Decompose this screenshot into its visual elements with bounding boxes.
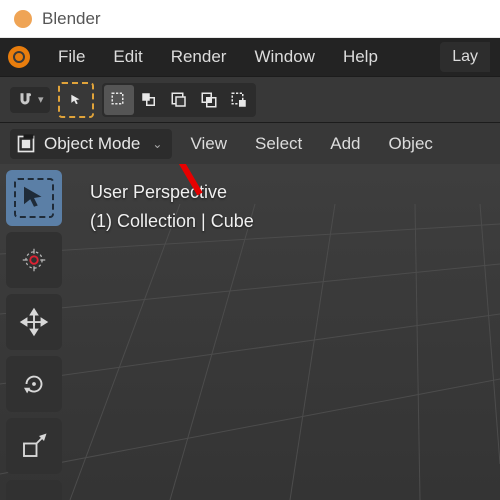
top-menu-bar: File Edit Render Window Help Lay (0, 38, 500, 76)
active-tool-indicator[interactable] (58, 82, 94, 118)
header-select[interactable]: Select (245, 129, 312, 159)
cursor-3d-icon (19, 245, 49, 275)
overlay-perspective: User Perspective (90, 178, 254, 207)
tool-sidebar (6, 170, 62, 500)
os-title-bar: Blender (0, 0, 500, 38)
object-mode-icon (16, 134, 36, 154)
select-extend-icon[interactable] (134, 85, 164, 115)
snap-dropdown[interactable]: ▾ (10, 87, 50, 113)
tool-transform[interactable] (6, 480, 62, 500)
move-icon (19, 307, 49, 337)
chevron-down-icon: ⌄ (152, 137, 162, 151)
magnet-icon (16, 91, 34, 109)
blender-logo-small (14, 10, 32, 28)
tool-settings-bar: ▾ (0, 76, 500, 122)
viewport-header: Object Mode ⌄ View Select Add Objec (0, 122, 500, 164)
select-subtract-icon[interactable] (164, 85, 194, 115)
viewport-overlay-text: User Perspective (1) Collection | Cube (90, 178, 254, 236)
cursor-icon (69, 93, 83, 107)
tool-move[interactable] (6, 294, 62, 350)
tool-rotate[interactable] (6, 356, 62, 412)
header-add[interactable]: Add (320, 129, 370, 159)
overlay-object-path: (1) Collection | Cube (90, 207, 254, 236)
select-new-icon[interactable] (104, 85, 134, 115)
select-intersect-icon[interactable] (194, 85, 224, 115)
tool-scale[interactable] (6, 418, 62, 474)
header-view[interactable]: View (180, 129, 237, 159)
header-object[interactable]: Objec (379, 129, 443, 159)
mode-dropdown[interactable]: Object Mode ⌄ (10, 129, 172, 159)
select-invert-icon[interactable] (224, 85, 254, 115)
menu-edit[interactable]: Edit (99, 41, 156, 73)
menu-window[interactable]: Window (240, 41, 328, 73)
select-mode-group (102, 83, 256, 117)
tool-cursor[interactable] (6, 232, 62, 288)
rotate-icon (19, 369, 49, 399)
scale-icon (19, 431, 49, 461)
menu-help[interactable]: Help (329, 41, 392, 73)
window-title: Blender (42, 9, 101, 29)
viewport-3d[interactable]: User Perspective (1) Collection | Cube (0, 164, 500, 500)
workspace-tab-layout[interactable]: Lay (440, 42, 490, 72)
chevron-down-icon: ▾ (38, 93, 44, 106)
menu-file[interactable]: File (44, 41, 99, 73)
cursor-icon (19, 183, 49, 213)
mode-label: Object Mode (44, 134, 140, 154)
menu-render[interactable]: Render (157, 41, 241, 73)
blender-logo-icon[interactable] (8, 46, 30, 68)
tool-select-box[interactable] (6, 170, 62, 226)
